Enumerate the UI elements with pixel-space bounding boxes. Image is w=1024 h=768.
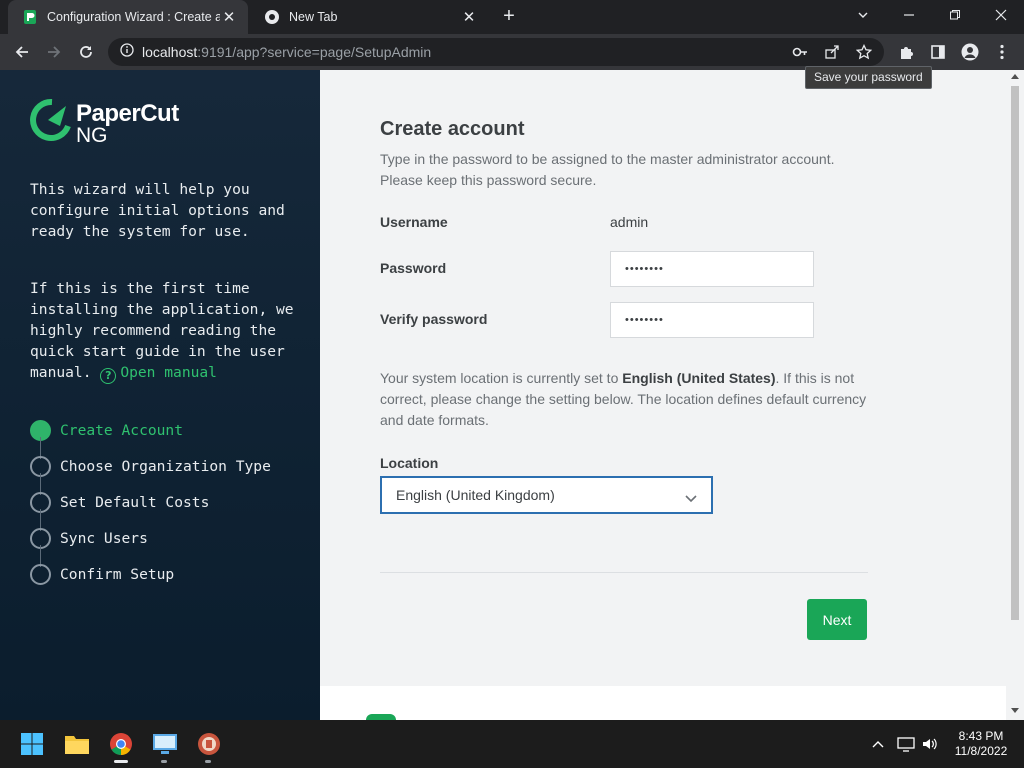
info-icon[interactable] — [120, 42, 134, 62]
password-label: Password — [380, 260, 447, 276]
help-circle-icon: ? — [100, 368, 117, 384]
location-selected-value: English (United Kingdom) — [396, 487, 555, 503]
scroll-down-arrow-icon[interactable] — [1011, 708, 1019, 713]
scrollbar-thumb[interactable] — [1011, 86, 1019, 620]
close-tab-icon[interactable]: ✕ — [460, 8, 478, 26]
system-clock[interactable]: 8:43 PM 11/8/2022 — [946, 729, 1016, 759]
url-text: localhost:9191/app?service=page/SetupAdm… — [142, 44, 431, 60]
share-icon[interactable] — [822, 42, 842, 62]
papercut-logo: PaperCut NG — [30, 98, 200, 148]
step-indicator-icon — [30, 563, 51, 585]
page-scrollbar[interactable] — [1006, 70, 1024, 720]
username-label: Username — [380, 214, 448, 230]
app-indicator — [205, 760, 211, 763]
chrome-favicon-icon — [264, 9, 280, 25]
step-create-account: Create Account — [30, 412, 271, 459]
clock-time: 8:43 PM — [958, 729, 1004, 743]
page-footer — [320, 686, 1006, 720]
username-value: admin — [610, 214, 649, 230]
scroll-up-arrow-icon[interactable] — [1011, 74, 1019, 79]
url-path: :9191/app?service=page/SetupAdmin — [197, 44, 432, 60]
wizard-intro-text: This wizard will help you configure init… — [30, 181, 285, 240]
tab-configuration-wizard[interactable]: Configuration Wizard : Create ac ✕ — [8, 0, 248, 34]
browser-toolbar: localhost:9191/app?service=page/SetupAdm… — [0, 34, 1024, 70]
step-label: Confirm Setup — [60, 565, 175, 583]
profile-avatar-icon[interactable] — [960, 42, 980, 62]
papercut-client-icon[interactable] — [195, 730, 223, 758]
side-panel-icon[interactable] — [928, 42, 948, 62]
next-button[interactable]: Next — [807, 599, 867, 640]
save-password-tooltip: Save your password — [805, 66, 932, 89]
minimize-window-icon[interactable] — [886, 0, 932, 30]
tab-new-tab[interactable]: New Tab ✕ — [250, 0, 488, 34]
first-time-text: If this is the first time installing the… — [30, 278, 300, 384]
close-tab-icon[interactable]: ✕ — [220, 8, 238, 26]
reload-icon[interactable] — [72, 38, 100, 66]
step-label: Create Account — [60, 421, 184, 439]
extensions-puzzle-icon[interactable] — [896, 42, 916, 62]
step-choose-organization-type: Choose Organization Type — [30, 448, 271, 495]
active-app-indicator — [114, 760, 128, 763]
step-confirm-setup: Confirm Setup — [30, 556, 271, 592]
page-viewport: PaperCut NG This wizard will help you co… — [0, 70, 1024, 720]
step-label: Set Default Costs — [60, 493, 210, 511]
windows-taskbar: 8:43 PM 11/8/2022 — [0, 720, 1024, 768]
wizard-sidebar: PaperCut NG This wizard will help you co… — [0, 70, 320, 720]
new-tab-button[interactable]: + — [498, 6, 520, 28]
chevron-down-icon — [685, 490, 697, 506]
divider — [380, 572, 868, 573]
location-info-pre: Your system location is currently set to — [380, 370, 623, 386]
volume-icon[interactable] — [920, 734, 940, 754]
logo-subtitle: NG — [76, 124, 108, 147]
address-bar[interactable]: localhost:9191/app?service=page/SetupAdm… — [108, 38, 884, 66]
app-indicator — [161, 760, 167, 763]
location-select[interactable]: English (United Kingdom) — [380, 476, 713, 514]
papercut-logo-mark-icon — [30, 98, 71, 141]
verify-password-field[interactable]: •••••••• — [610, 302, 814, 338]
current-location: English (United States) — [622, 370, 776, 386]
show-hidden-icons-chevron-icon[interactable] — [868, 734, 888, 754]
open-manual-link[interactable]: ? Open manual — [100, 364, 217, 384]
restore-window-icon[interactable] — [932, 0, 978, 30]
chrome-taskbar-icon[interactable] — [107, 730, 135, 758]
browser-tab-strip: Configuration Wizard : Create ac ✕ New T… — [0, 0, 1024, 34]
step-set-default-costs: Set Default Costs — [30, 484, 271, 531]
forward-arrow-icon[interactable] — [40, 38, 68, 66]
file-explorer-icon[interactable] — [63, 730, 91, 758]
password-field[interactable]: •••••••• — [610, 251, 814, 287]
page-title: Create account — [380, 118, 525, 140]
location-label: Location — [380, 455, 439, 471]
step-label: Choose Organization Type — [60, 457, 271, 475]
step-label: Sync Users — [60, 529, 148, 547]
open-manual-label: Open manual — [120, 364, 217, 381]
network-icon[interactable] — [896, 734, 916, 754]
close-window-icon[interactable] — [978, 0, 1024, 30]
url-host: localhost — [142, 44, 198, 60]
wizard-steps: Create Account Choose Organization Type … — [30, 412, 271, 592]
tab-title: New Tab — [289, 10, 338, 24]
papercut-favicon-icon — [22, 9, 38, 25]
tab-search-chevron-icon[interactable] — [840, 0, 886, 30]
location-info-text: Your system location is currently set to… — [380, 368, 870, 431]
step-sync-users: Sync Users — [30, 520, 271, 567]
bookmark-star-icon[interactable] — [854, 42, 874, 62]
clock-date: 11/8/2022 — [954, 744, 1008, 758]
back-arrow-icon[interactable] — [8, 38, 36, 66]
verify-password-label: Verify password — [380, 311, 488, 327]
more-options-icon[interactable] — [992, 42, 1012, 62]
tab-title: Configuration Wizard : Create ac — [47, 10, 220, 24]
windows-start-icon[interactable] — [18, 730, 46, 758]
key-password-icon[interactable] — [790, 42, 810, 62]
page-description: Type in the password to be assigned to t… — [380, 151, 835, 188]
remote-desktop-icon[interactable] — [151, 730, 179, 758]
